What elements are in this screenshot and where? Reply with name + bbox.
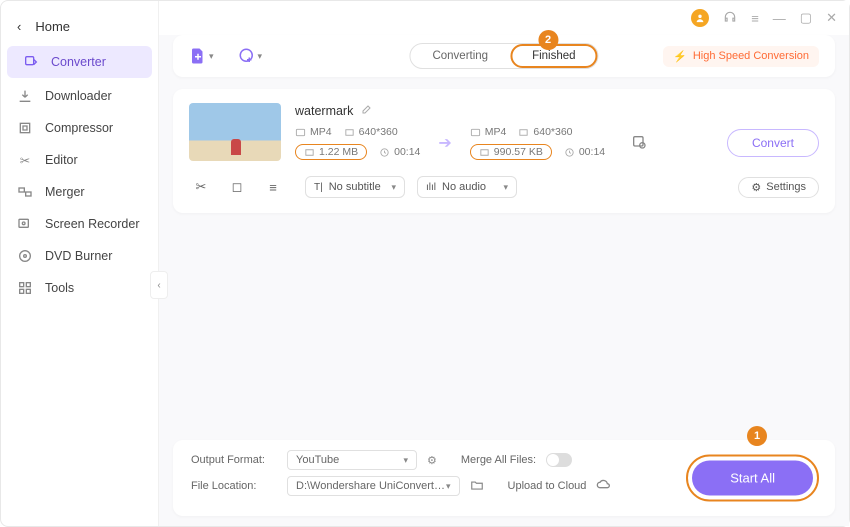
audio-value: No audio (442, 181, 486, 193)
cut-button[interactable]: ✂ (189, 175, 213, 199)
gear-icon: ⚙ (751, 181, 761, 194)
video-thumbnail[interactable] (189, 103, 281, 161)
chevron-down-icon: ▾ (503, 182, 508, 193)
output-settings-icon[interactable] (631, 134, 647, 153)
convert-button[interactable]: Convert (727, 129, 819, 157)
footer-bar: 1 Output Format: YouTube▾ ⚙ Merge All Fi… (173, 440, 835, 516)
headset-icon[interactable] (723, 10, 737, 27)
dst-format: MP4 (470, 126, 507, 138)
sidebar-item-screen-recorder[interactable]: Screen Recorder (1, 208, 158, 240)
crop-button[interactable]: ◻ (225, 175, 249, 199)
download-icon (17, 88, 33, 104)
add-url-icon (238, 47, 256, 65)
chevron-down-icon: ▾ (209, 51, 214, 62)
sidebar-item-downloader[interactable]: Downloader (1, 80, 158, 112)
sidebar-item-label: Compressor (45, 121, 113, 135)
dst-resolution: 640*360 (518, 126, 572, 138)
home-button[interactable]: ‹ Home (1, 9, 158, 44)
back-icon: ‹ (17, 19, 21, 34)
scissors-icon: ✂ (17, 152, 33, 168)
output-settings-icon[interactable]: ⚙ (427, 454, 437, 467)
hsc-label: High Speed Conversion (693, 50, 809, 62)
upload-cloud-label: Upload to Cloud (508, 480, 587, 492)
sidebar-item-label: Downloader (45, 89, 112, 103)
close-icon[interactable]: ✕ (826, 10, 837, 26)
maximize-icon[interactable]: ▢ (800, 10, 812, 26)
sidebar-item-label: Merger (45, 185, 85, 199)
start-all-button[interactable]: Start All (692, 461, 813, 496)
merger-icon (17, 184, 33, 200)
sidebar-item-label: Tools (45, 281, 74, 295)
more-button[interactable]: ≡ (261, 175, 285, 199)
sidebar-item-merger[interactable]: Merger (1, 176, 158, 208)
settings-button[interactable]: ⚙ Settings (738, 177, 819, 198)
sidebar-item-label: Editor (45, 153, 78, 167)
titlebar: ≡ — ▢ ✕ (159, 1, 849, 35)
home-label: Home (35, 19, 70, 34)
merge-toggle[interactable] (546, 453, 572, 467)
sidebar-item-converter[interactable]: Converter (7, 46, 152, 78)
tab-converting[interactable]: Converting (410, 44, 510, 68)
subtitle-value: No subtitle (329, 181, 381, 193)
open-folder-icon[interactable] (470, 478, 484, 495)
audio-select[interactable]: ılılNo audio▾ (417, 176, 517, 198)
minimize-icon[interactable]: — (773, 11, 786, 26)
sidebar-item-label: Converter (51, 55, 106, 69)
compress-icon (17, 120, 33, 136)
main-panel: ≡ — ▢ ✕ ▾ ▾ 2 Converting Finished ⚡ High… (159, 1, 849, 526)
start-all-highlight: Start All (686, 455, 819, 502)
sidebar-item-label: DVD Burner (45, 249, 112, 263)
disc-icon (17, 248, 33, 264)
user-avatar[interactable] (691, 9, 709, 27)
merge-label: Merge All Files: (461, 454, 536, 466)
lightning-icon: ⚡ (673, 50, 687, 63)
add-url-button[interactable]: ▾ (238, 47, 263, 65)
chevron-down-icon: ▾ (391, 182, 396, 193)
settings-label: Settings (766, 181, 806, 193)
sidebar-item-tools[interactable]: Tools (1, 272, 158, 304)
arrow-icon: ➔ (438, 133, 451, 153)
edit-name-icon[interactable] (361, 103, 373, 118)
output-format-select[interactable]: YouTube▾ (287, 450, 417, 470)
sidebar-item-dvd-burner[interactable]: DVD Burner (1, 240, 158, 272)
converter-icon (23, 54, 39, 70)
file-location-select[interactable]: D:\Wondershare UniConverter 1▾ (287, 476, 460, 496)
src-duration: 00:14 (379, 146, 420, 158)
dst-size: 990.57 KB (470, 144, 552, 160)
file-card: watermark MP4 640*360 (173, 89, 835, 213)
menu-icon[interactable]: ≡ (751, 11, 759, 26)
sidebar-item-editor[interactable]: ✂ Editor (1, 144, 158, 176)
content-area: watermark MP4 640*360 (159, 77, 849, 440)
high-speed-conversion[interactable]: ⚡ High Speed Conversion (663, 46, 819, 67)
sidebar-item-label: Screen Recorder (45, 217, 140, 231)
sidebar-collapse-button[interactable]: ‹ (150, 271, 168, 299)
subtitle-select[interactable]: T|No subtitle▾ (305, 176, 405, 198)
chevron-down-icon: ▾ (258, 51, 263, 62)
annotation-badge-1: 1 (747, 426, 767, 446)
add-file-button[interactable]: ▾ (189, 47, 214, 65)
tab-finished[interactable]: Finished (510, 44, 597, 68)
output-format-label: Output Format: (191, 454, 277, 466)
tab-group: 2 Converting Finished (409, 43, 598, 69)
file-location-label: File Location: (191, 480, 277, 492)
src-size: 1.22 MB (295, 144, 367, 160)
sidebar: ‹ Home Converter Downloader Compressor ✂… (1, 1, 159, 526)
dst-duration: 00:14 (564, 146, 605, 158)
cloud-icon[interactable] (596, 477, 612, 496)
src-format: MP4 (295, 126, 332, 138)
tools-icon (17, 280, 33, 296)
record-icon (17, 216, 33, 232)
add-file-icon (189, 47, 207, 65)
toolbar: ▾ ▾ 2 Converting Finished ⚡ High Speed C… (173, 35, 835, 77)
sidebar-item-compressor[interactable]: Compressor (1, 112, 158, 144)
src-resolution: 640*360 (344, 126, 398, 138)
file-name: watermark (295, 104, 353, 118)
